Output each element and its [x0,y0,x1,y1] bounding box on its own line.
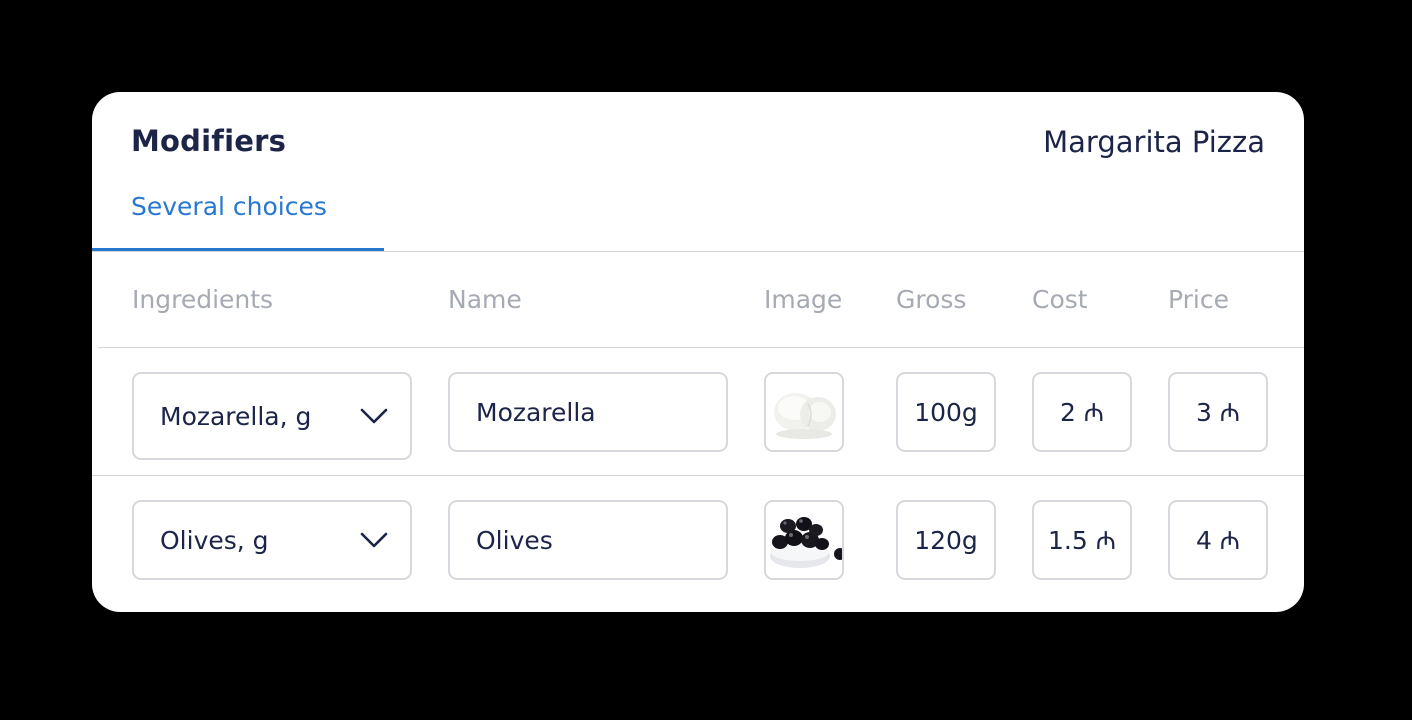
price-input-value: 4 ₼ [1195,526,1241,555]
header-divider [98,347,1304,348]
tabs-divider [92,251,1304,252]
chevron-down-icon[interactable] [360,408,388,424]
card-title: Modifiers [131,124,287,158]
name-input-value: Mozarella [476,397,596,427]
cost-input[interactable]: 2 ₼ [1032,372,1132,452]
cost-input-value: 2 ₼ [1059,398,1105,427]
column-header-ingredients: Ingredients [132,285,274,314]
gross-input-value: 100g [914,397,978,427]
column-header-image: Image [764,285,843,314]
row-divider [92,475,1304,476]
ingredient-select[interactable]: Olives, g [132,500,412,580]
column-header-gross: Gross [896,285,967,314]
price-input[interactable]: 3 ₼ [1168,372,1268,452]
chevron-down-icon[interactable] [360,532,388,548]
price-input[interactable]: 4 ₼ [1168,500,1268,580]
name-input[interactable]: Mozarella [448,372,728,452]
column-header-name: Name [448,285,522,314]
cost-input-value: 1.5 ₼ [1048,526,1116,555]
gross-input-value: 120g [914,525,978,555]
ingredient-select-value: Mozarella, g [160,401,312,431]
price-input-value: 3 ₼ [1195,398,1241,427]
name-input-value: Olives [476,525,553,555]
tab-several-choices[interactable]: Several choices [131,192,327,221]
olives-image[interactable] [764,500,844,580]
cost-input[interactable]: 1.5 ₼ [1032,500,1132,580]
column-header-price: Price [1168,285,1229,314]
gross-input[interactable]: 120g [896,500,996,580]
product-name: Margarita Pizza [1043,125,1265,159]
column-header-cost: Cost [1032,285,1088,314]
name-input[interactable]: Olives [448,500,728,580]
mozzarella-image[interactable] [764,372,844,452]
ingredient-select-value: Olives, g [160,525,269,555]
modifiers-card: Modifiers Margarita Pizza Several choice… [92,92,1304,612]
ingredient-select[interactable]: Mozarella, g [132,372,412,460]
gross-input[interactable]: 100g [896,372,996,452]
